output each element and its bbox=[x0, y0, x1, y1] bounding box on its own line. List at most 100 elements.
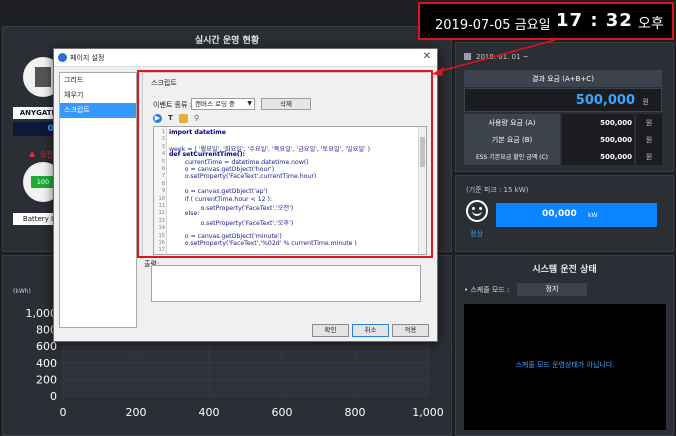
peak-state: 정상 bbox=[470, 230, 483, 238]
folder-icon[interactable] bbox=[179, 114, 188, 123]
line-number: 8 bbox=[161, 180, 165, 187]
event-type-label: 이벤트 종류 : bbox=[153, 101, 193, 109]
code-line: def setCurrentTime(): bbox=[169, 151, 246, 159]
line-number: 3 bbox=[161, 143, 165, 150]
mode-button[interactable]: 정지 bbox=[517, 283, 587, 296]
peak-panel: (기준 피크 : 15 kW) 정상 00,000 kW bbox=[455, 175, 674, 252]
chevron-down-icon: ▼ bbox=[247, 100, 252, 107]
dialog-title: 페이지 설정 bbox=[70, 54, 105, 62]
scrollbar-thumb[interactable] bbox=[420, 137, 425, 167]
billing-header: 결과 요금 (A+B+C) bbox=[464, 70, 662, 87]
dialog-titlebar[interactable]: 페이지 설정 ✕ bbox=[54, 49, 437, 67]
x-tick-label: 200 bbox=[126, 406, 147, 419]
output-textarea[interactable] bbox=[151, 265, 421, 302]
system-message-box: 스케줄 모드 운영상태가 아닙니다. bbox=[464, 304, 666, 430]
y-tick-label: 400 bbox=[36, 357, 57, 370]
line-numbers: 123456789101112131415161718 bbox=[154, 127, 167, 254]
apply-button[interactable]: 적용 bbox=[392, 324, 429, 337]
x-tick-label: 600 bbox=[272, 406, 293, 419]
panel-title: 시스템 운전 상태 bbox=[532, 265, 597, 275]
clock-widget: 2019-07-05 금요일 17 : 32 오후 bbox=[418, 2, 674, 40]
smiley-icon bbox=[466, 200, 488, 222]
line-number: 5 bbox=[161, 158, 165, 165]
system-message: 스케줄 모드 운영상태가 아닙니다. bbox=[515, 361, 615, 369]
page-settings-dialog: 페이지 설정 ✕ 그리드 채우기 스크립트 스크립트 이벤트 종류 : 캔버스 … bbox=[53, 48, 438, 342]
code-line: o = canvas.getObject('minute') bbox=[169, 232, 282, 240]
peak-label: (기준 피크 : 15 kW) bbox=[466, 186, 529, 194]
line-number: 2 bbox=[161, 136, 165, 143]
y-axis-label: (kWh) bbox=[13, 288, 31, 295]
line-number: 12 bbox=[158, 210, 165, 217]
close-icon[interactable]: ✕ bbox=[423, 51, 431, 62]
dialog-app-icon bbox=[58, 53, 67, 62]
section-label: 스크립트 bbox=[151, 79, 177, 87]
line-number: 7 bbox=[161, 173, 165, 180]
billing-row-value: 500,000 bbox=[562, 148, 634, 165]
billing-row-unit: 원 bbox=[636, 148, 662, 165]
line-number: 15 bbox=[158, 232, 165, 239]
billing-row-value: 500,000 bbox=[562, 131, 634, 148]
y-tick-label: 200 bbox=[36, 373, 57, 386]
billing-row-unit: 원 bbox=[636, 131, 662, 148]
clock-ampm: 오후 bbox=[638, 16, 664, 32]
code-line: currentTime = datetime.datetime.now() bbox=[169, 158, 309, 166]
delete-button[interactable]: 삭제 bbox=[261, 98, 311, 110]
billing-row-label: 기본 요금 (B) bbox=[464, 131, 560, 148]
peak-unit: kW bbox=[588, 212, 598, 219]
clock-time: 17 : 32 bbox=[556, 10, 633, 31]
event-type-value: 캔버스 로딩 중 bbox=[195, 100, 236, 108]
code-line: o.setProperty('FaceText','오후') bbox=[169, 219, 294, 227]
x-tick-label: 0 bbox=[60, 406, 67, 419]
battery-percent: 100 bbox=[31, 176, 55, 188]
code-line: o = canvas.getObject('ap') bbox=[169, 188, 268, 196]
text-icon[interactable]: T bbox=[166, 114, 175, 123]
line-number: 10 bbox=[158, 195, 165, 202]
y-tick-label: 0 bbox=[50, 390, 57, 403]
x-tick-label: 800 bbox=[345, 406, 366, 419]
x-tick-label: 1,000 bbox=[412, 406, 444, 419]
billing-row-label: 사용량 요금 (A) bbox=[464, 114, 560, 131]
sidebar-item-fill[interactable]: 채우기 bbox=[60, 88, 136, 103]
app-root: 실시간 운영 현황 ANYGATE 00 ▲ 오전 100 Battery I … bbox=[0, 0, 676, 436]
billing-row-value: 500,000 bbox=[562, 114, 634, 131]
sidebar-item-script[interactable]: 스크립트 bbox=[60, 103, 136, 118]
warning-text: 오전 bbox=[40, 151, 53, 159]
sidebar-item-grid[interactable]: 그리드 bbox=[60, 73, 136, 88]
billing-date: 2019. 01. 01 ~ bbox=[476, 53, 529, 61]
billing-total-box: 500,000 원 bbox=[464, 88, 662, 112]
code-editor[interactable]: 123456789101112131415161718 import datet… bbox=[153, 126, 427, 255]
code-line: o = canvas.getObject('hour') bbox=[169, 166, 275, 173]
clock-date: 2019-07-05 금요일 bbox=[435, 18, 551, 33]
find-icon[interactable]: ⚲ bbox=[192, 114, 201, 123]
dialog-sidebar: 그리드 채우기 스크립트 bbox=[59, 72, 137, 328]
code-line: import datetime bbox=[169, 129, 226, 136]
code-line: o.setProperty('FaceText',currentTime.hou… bbox=[169, 173, 317, 181]
run-icon[interactable]: ▶ bbox=[153, 114, 162, 123]
code-scrollbar[interactable] bbox=[418, 127, 426, 254]
panel-title: 실시간 운영 현황 bbox=[194, 36, 260, 46]
y-tick-label: 600 bbox=[36, 340, 57, 353]
line-number: 11 bbox=[158, 203, 165, 209]
billing-row-label: ESS 기본요금 할인 금액 (C) bbox=[464, 148, 560, 165]
line-number: 16 bbox=[158, 240, 165, 246]
mode-label: • 스케줄 모드 : bbox=[464, 286, 510, 294]
line-number: 6 bbox=[161, 166, 165, 172]
code-line: if ( currentTime.hour < 12 ): bbox=[169, 195, 273, 203]
billing-total-unit: 원 bbox=[642, 98, 649, 106]
ok-button[interactable]: 확인 bbox=[312, 324, 349, 337]
warning-icon: ▲ bbox=[29, 149, 36, 158]
script-toolbar: ▶ T ⚲ bbox=[153, 114, 201, 124]
line-number: 17 bbox=[158, 247, 165, 254]
line-number: 14 bbox=[158, 225, 165, 232]
event-type-select[interactable]: 캔버스 로딩 중 ▼ bbox=[191, 98, 255, 110]
calendar-icon bbox=[464, 53, 471, 60]
cancel-button[interactable]: 취소 bbox=[352, 324, 389, 337]
peak-bar: 00,000 kW bbox=[496, 203, 657, 227]
billing-row-unit: 원 bbox=[636, 114, 662, 131]
peak-value: 00,000 bbox=[542, 209, 577, 219]
billing-total: 500,000 bbox=[575, 93, 635, 108]
line-number: 13 bbox=[158, 217, 165, 224]
line-number: 4 bbox=[161, 151, 165, 158]
x-tick-label: 400 bbox=[199, 406, 220, 419]
line-number: 1 bbox=[161, 129, 165, 135]
